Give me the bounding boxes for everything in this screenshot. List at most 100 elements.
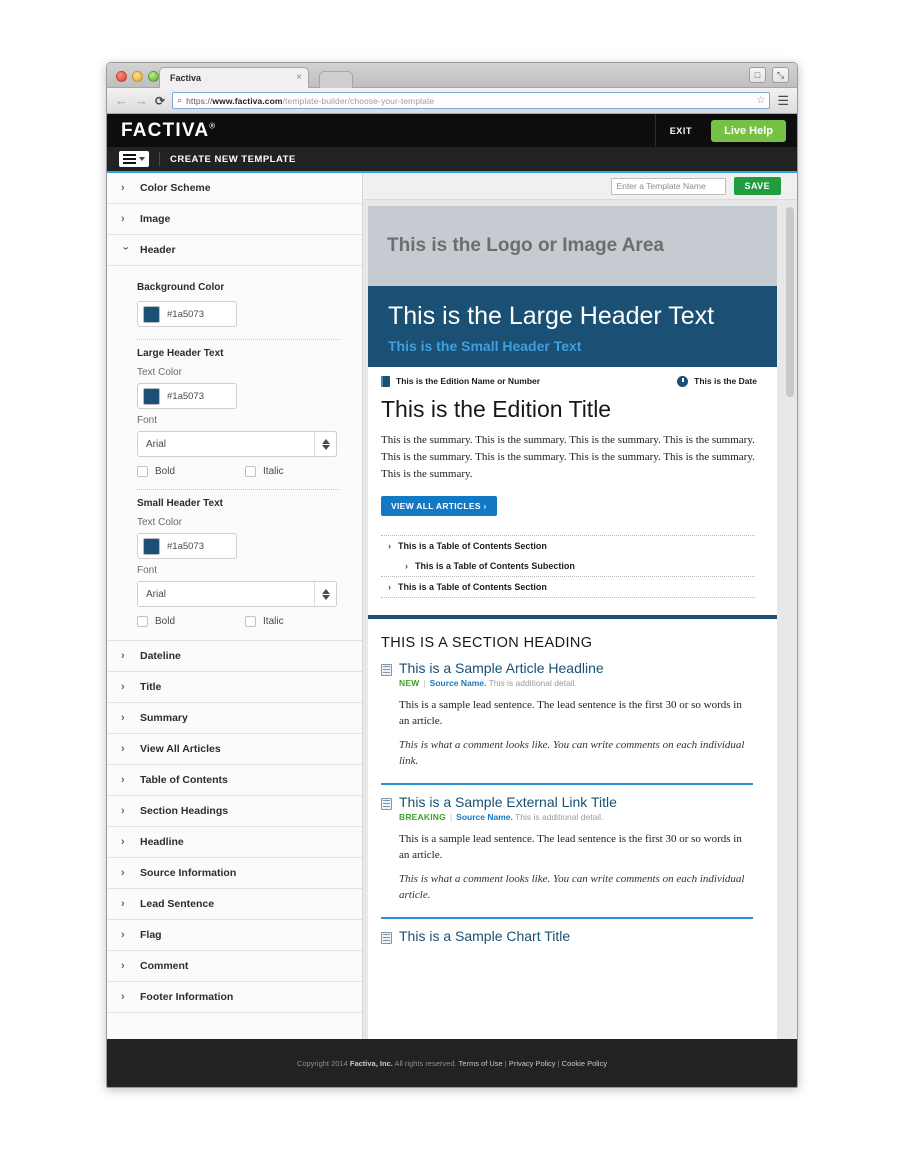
color-value: #1a5073 xyxy=(167,308,204,320)
toc-item-label: This is a Table of Contents Section xyxy=(398,581,547,592)
bookmark-star-icon[interactable]: ☆ xyxy=(756,95,765,106)
toc-subitem-label: This is a Table of Contents Subection xyxy=(415,560,575,571)
article-source-row: NEW | Source Name. This is additional deta… xyxy=(399,678,753,688)
sidebar-item-label: Footer Information xyxy=(140,991,234,1003)
chevron-right-icon: › xyxy=(121,773,125,786)
browser-menu-icon[interactable]: ☰ xyxy=(777,94,789,107)
sidebar-item-comment[interactable]: › Comment xyxy=(107,951,362,982)
forward-icon[interactable]: → xyxy=(135,94,148,107)
back-icon[interactable]: ← xyxy=(115,94,128,107)
sidebar-item-headline[interactable]: › Headline xyxy=(107,827,362,858)
sidebar-item-color-scheme[interactable]: › Color Scheme xyxy=(107,173,362,204)
close-icon[interactable]: × xyxy=(296,73,302,83)
page-title: CREATE NEW TEMPLATE xyxy=(170,153,296,165)
section-heading[interactable]: THIS IS A SECTION HEADING xyxy=(368,619,777,651)
small-header-text: This is the Small Header Text xyxy=(388,337,582,354)
sidebar-item-footer-information[interactable]: › Footer Information xyxy=(107,982,362,1013)
color-value: #1a5073 xyxy=(167,390,204,402)
small-font-select[interactable]: Arial xyxy=(137,581,337,607)
sidebar-item-header[interactable]: › Header xyxy=(107,235,362,266)
fullscreen-icon[interactable]: ⤡ xyxy=(772,67,789,83)
large-text-color-input[interactable]: #1a5073 xyxy=(137,383,237,409)
small-italic-checkbox[interactable]: Italic xyxy=(245,616,284,627)
chart-headline-row[interactable]: This is a Sample Chart Title xyxy=(381,928,753,944)
large-italic-checkbox[interactable]: Italic xyxy=(245,466,284,477)
save-button[interactable]: SAVE xyxy=(733,177,781,195)
toc-item[interactable]: › This is a Table of Contents Section xyxy=(381,577,755,597)
preview-header-block[interactable]: This is the Large Header Text This is th… xyxy=(368,286,777,367)
sidebar-item-label: View All Articles xyxy=(140,743,221,755)
sidebar-item-view-all-articles[interactable]: › View All Articles xyxy=(107,734,362,765)
color-swatch[interactable] xyxy=(143,305,160,323)
edition-title[interactable]: This is the Edition Title xyxy=(368,387,777,423)
close-window-icon[interactable] xyxy=(116,71,127,82)
chart-icon xyxy=(381,931,392,944)
privacy-policy-link[interactable]: Privacy Policy xyxy=(509,1059,556,1068)
sidebar-item-summary[interactable]: › Summary xyxy=(107,703,362,734)
color-swatch[interactable] xyxy=(143,537,160,555)
sidebar-item-table-of-contents[interactable]: › Table of Contents xyxy=(107,765,362,796)
external-link-icon xyxy=(381,797,392,810)
stepper-icon[interactable] xyxy=(314,582,336,606)
color-swatch[interactable] xyxy=(143,387,160,405)
article-lead-sentence: This is a sample lead sentence. The lead… xyxy=(399,698,742,728)
menu-button[interactable] xyxy=(119,151,149,167)
template-name-input[interactable]: Enter a Template Name xyxy=(610,177,726,195)
live-help-button[interactable]: Live Help xyxy=(711,119,786,142)
toc-subitem[interactable]: › This is a Table of Contents Subection xyxy=(381,556,755,576)
small-text-color-input[interactable]: #1a5073 xyxy=(137,533,237,559)
article-source[interactable]: Source Name. xyxy=(430,678,487,688)
preview-scrollbar-thumb[interactable] xyxy=(786,207,794,397)
search-icon: ⌕ xyxy=(177,95,183,105)
checkbox-icon[interactable] xyxy=(245,616,257,627)
article-source[interactable]: Source Name. xyxy=(456,812,513,822)
exit-button[interactable]: EXIT xyxy=(654,114,706,147)
cookie-policy-link[interactable]: Cookie Policy xyxy=(562,1059,607,1068)
sidebar-item-label: Section Headings xyxy=(140,805,229,817)
sidebar-item-image[interactable]: › Image xyxy=(107,204,362,235)
article-headline-row[interactable]: This is a Sample Article Headline xyxy=(381,660,753,676)
large-font-value: Arial xyxy=(146,438,167,450)
minimize-window-icon[interactable] xyxy=(132,71,143,82)
terms-of-use-link[interactable]: Terms of Use xyxy=(459,1059,503,1068)
toc-item[interactable]: › This is a Table of Contents Section xyxy=(381,536,755,556)
url-bar[interactable]: ⌕ https://www.factiva.com/template-build… xyxy=(172,92,771,109)
logo-image-area[interactable]: This is the Logo or Image Area xyxy=(368,206,777,286)
profile-icon[interactable]: □ xyxy=(749,67,766,83)
new-tab-button[interactable] xyxy=(319,71,353,88)
checkbox-icon[interactable] xyxy=(137,616,148,627)
sidebar-item-dateline[interactable]: › Dateline xyxy=(107,641,362,672)
sidebar-item-lead-sentence[interactable]: › Lead Sentence xyxy=(107,889,362,920)
article-detail: This is additional detail. xyxy=(515,811,604,822)
workspace: › Color Scheme › Image › Header Backgrou… xyxy=(107,173,797,1046)
logo-registered-icon: ® xyxy=(209,121,217,131)
edition-date-item[interactable]: This is the Date xyxy=(677,375,757,387)
app-sub-bar: CREATE NEW TEMPLATE xyxy=(107,147,797,173)
sidebar-item-label: Lead Sentence xyxy=(140,898,215,910)
small-text-color-label: Text Color xyxy=(137,517,183,528)
url-text: https://www.factiva.com/template-builder… xyxy=(186,96,434,106)
settings-sidebar: › Color Scheme › Image › Header Backgrou… xyxy=(107,173,363,1046)
article-comment: This is what a comment looks like. You c… xyxy=(399,738,745,768)
sidebar-item-source-information[interactable]: › Source Information xyxy=(107,858,362,889)
large-bold-checkbox[interactable]: Bold xyxy=(137,466,175,477)
browser-tab[interactable]: Factiva × xyxy=(159,67,309,88)
edition-name-item[interactable]: This is the Edition Name or Number xyxy=(381,375,540,387)
article-headline-row[interactable]: This is a Sample External Link Title xyxy=(381,794,753,810)
edition-summary[interactable]: This is the summary. This is the summary… xyxy=(368,423,777,483)
sidebar-item-section-headings[interactable]: › Section Headings xyxy=(107,796,362,827)
checkbox-icon[interactable] xyxy=(245,466,257,477)
footer-rights: All rights reserved. xyxy=(392,1059,459,1068)
sidebar-item-title[interactable]: › Title xyxy=(107,672,362,703)
view-all-articles-button[interactable]: VIEW ALL ARTICLES › xyxy=(381,495,497,516)
stepper-icon[interactable] xyxy=(314,432,336,456)
large-font-select[interactable]: Arial xyxy=(137,431,337,457)
background-color-input[interactable]: #1a5073 xyxy=(137,301,237,327)
maximize-window-icon[interactable] xyxy=(148,71,159,82)
divider: | xyxy=(449,811,453,822)
sidebar-item-flag[interactable]: › Flag xyxy=(107,920,362,951)
checkbox-icon[interactable] xyxy=(137,466,148,477)
reload-icon[interactable]: ⟳ xyxy=(155,95,165,107)
small-bold-checkbox[interactable]: Bold xyxy=(137,616,175,627)
brand-bar-actions: EXIT Live Help xyxy=(654,114,797,147)
